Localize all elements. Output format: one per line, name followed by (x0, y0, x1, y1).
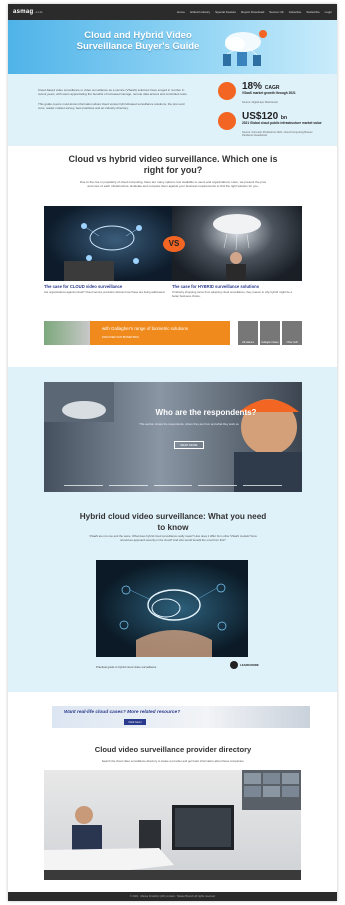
hybrid-caption: Practical guide to hybrid cloud video su… (96, 665, 157, 669)
intro-text: Cloud-based video surveillance or video … (38, 88, 188, 116)
directory-title: Cloud video surveillance provider direct… (94, 745, 252, 754)
nav-item-global-industry[interactable]: Global Industry (190, 10, 210, 14)
nav-item-secure-uk[interactable]: Secure UK (269, 10, 284, 14)
cloud-network-icon (64, 223, 142, 281)
slider-dot[interactable] (243, 485, 282, 486)
storm-cloud-icon (213, 214, 261, 281)
nav-item-login[interactable]: Login (325, 10, 332, 14)
respondents-title: Who are the respondents? (155, 408, 257, 417)
read-more-button[interactable]: READ MORE (174, 441, 204, 449)
chart-up-icon (218, 82, 236, 100)
ad-tile[interactable]: Lift stations (238, 321, 258, 345)
section-intro: Due to the rise in popularity of cloud c… (79, 180, 267, 189)
site-logo[interactable]: asmag.com (13, 9, 43, 15)
stat-source: Source: Forrester Predictions 2021, Clou… (242, 131, 313, 138)
slider-pagination (64, 485, 282, 486)
hybrid-section-text: VSaaS are not one and the same. What doe… (89, 534, 257, 542)
ad-message: with Gallagher's range of biometric solu… (90, 321, 230, 345)
nav-item-home[interactable]: Home (177, 10, 185, 14)
worker-camera-photo (44, 382, 302, 492)
stat-label: 2021 Global cloud public infrastructure … (242, 121, 322, 125)
respondents-subtitle: This section shows the respondents, wher… (139, 422, 239, 426)
slider-dot[interactable] (153, 485, 193, 486)
stat-label: VSaaS market growth through 2021 (242, 91, 296, 95)
slider-dot[interactable] (198, 485, 238, 486)
nav-item-advertise[interactable]: Advertise (289, 10, 302, 14)
slider-dot[interactable] (64, 485, 103, 486)
top-nav: asmag.com Home Global Industry Special F… (8, 4, 337, 20)
hybrid-case-text: If industry shopping came from adopting … (172, 290, 293, 298)
arrow-circle-icon (230, 661, 238, 669)
hybrid-case-title[interactable]: The case for HYBRID surveillance solutio… (172, 284, 302, 289)
ad-headline: with Gallagher's range of biometric solu… (102, 326, 189, 331)
footer: © 2021 · Messe Frankfurt (HK) Limited · … (8, 892, 337, 901)
slider-dot[interactable] (108, 485, 148, 486)
cloud-case-title[interactable]: The case for CLOUD video surveillance (44, 284, 174, 289)
intro-section: Cloud-based video surveillance or video … (8, 74, 337, 146)
hero-title: Cloud and Hybrid Video Surveillance Buye… (76, 30, 200, 52)
hybrid-illustration-image[interactable] (172, 206, 302, 281)
hybrid-section-title: Hybrid cloud video surveillance: What yo… (79, 512, 267, 532)
intro-paragraph: Cloud-based video surveillance or video … (38, 88, 188, 97)
gallagher-ad-banner[interactable]: with Gallagher's range of biometric solu… (44, 321, 302, 345)
click-here-button[interactable]: Click here! (124, 719, 146, 725)
cloud-case-text: Are organizations against cloud? Cloud s… (44, 290, 166, 294)
more-resources-banner[interactable]: Want real-life cloud cases? More related… (52, 706, 310, 728)
cloud-hands-icon (119, 583, 227, 657)
vs-badge: VS (163, 236, 185, 252)
directory-text: Search the cloud video surveillance dire… (101, 759, 245, 763)
stat-source: Source: Digital Eye Mechanism (242, 101, 279, 104)
intro-paragraph: This guide covers must-know information … (38, 101, 185, 111)
cloud-network-illustration (223, 30, 267, 66)
stat-market-value: US$120 bn 2021 Global cloud public infra… (218, 111, 328, 140)
control-room-photo[interactable] (44, 770, 301, 880)
hero-banner: Cloud and Hybrid Video Surveillance Buye… (8, 20, 337, 74)
ad-tile[interactable]: Gallagher Gates (260, 321, 280, 345)
nav-item-subscribe[interactable]: Subscribe (306, 10, 319, 14)
page-frame: asmag.com Home Global Industry Special F… (8, 4, 337, 901)
ad-tile[interactable]: Other stuff (282, 321, 302, 345)
ad-tiles: Lift stations Gallagher Gates Other stuf… (238, 321, 302, 345)
stat-cagr: 18% CAGR VSaaS market growth through 202… (218, 81, 328, 110)
ad-cta[interactable]: DISCOVER OUR BIOMETRICS (102, 336, 139, 339)
nav-links: Home Global Industry Special Feature Rep… (177, 10, 332, 14)
network-nodes-icon (218, 112, 236, 130)
more-resources-title: Want real-life cloud cases? More related… (64, 710, 181, 715)
monitor-operator-icon (44, 770, 301, 880)
nav-item-special-feature[interactable]: Special Feature (215, 10, 236, 14)
cloud-illustration-image[interactable] (44, 206, 174, 281)
biometric-reader-image (44, 321, 90, 345)
hybrid-cloud-image[interactable] (96, 560, 248, 657)
nav-item-report-download[interactable]: Report Download (241, 10, 264, 14)
learn-more-link[interactable]: LEARN MORE (230, 661, 259, 669)
section-title: Cloud vs hybrid video surveillance. Whic… (68, 154, 278, 175)
respondents-slider[interactable]: Who are the respondents? This section sh… (44, 382, 302, 492)
